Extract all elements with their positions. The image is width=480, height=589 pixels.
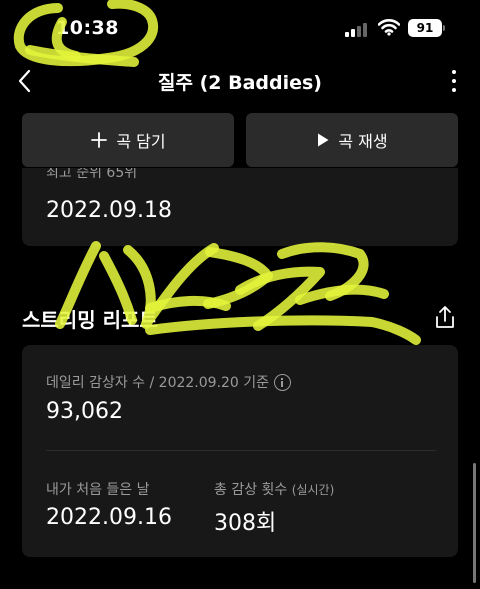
- page-title: 질주 (2 Baddies): [158, 72, 322, 94]
- play-song-label: 곡 재생: [338, 132, 388, 151]
- info-icon[interactable]: [274, 373, 292, 391]
- total-plays-sub: (실시간): [291, 483, 335, 497]
- info-card: 최고 순위 65위 2022.09.18: [22, 168, 458, 246]
- add-song-label: 곡 담기: [116, 132, 166, 151]
- plus-icon: [91, 132, 108, 148]
- streaming-report-card: 데일리 감상자 수 / 2022.09.20 기준 93,062 내가 처음 들…: [22, 345, 458, 557]
- divider: [46, 450, 436, 451]
- add-song-button[interactable]: 곡 담기: [22, 113, 234, 167]
- peak-rank-date: 2022.09.18: [46, 198, 172, 223]
- wifi-icon: [378, 19, 400, 36]
- scrollbar[interactable]: [473, 463, 476, 583]
- status-time: 10:38: [56, 17, 119, 39]
- cellular-signal-icon: [345, 21, 371, 37]
- battery-indicator: 91: [408, 19, 442, 37]
- daily-listeners-label: 데일리 감상자 수 / 2022.09.20 기준: [46, 372, 292, 392]
- peak-rank-label: 최고 순위 65위: [46, 168, 138, 181]
- battery-tip: [443, 25, 445, 31]
- section-title: 스트리밍 리포트: [22, 308, 158, 332]
- total-plays-label-text: 총 감상 횟수: [214, 482, 288, 498]
- more-vertical-icon[interactable]: [446, 67, 462, 95]
- first-listen-label: 내가 처음 들은 날: [46, 482, 150, 498]
- total-plays-value: 308회: [214, 511, 277, 536]
- share-icon[interactable]: [433, 304, 457, 330]
- play-song-button[interactable]: 곡 재생: [246, 113, 458, 167]
- total-plays-label: 총 감상 횟수 (실시간): [214, 479, 334, 499]
- first-listen-value: 2022.09.16: [46, 505, 172, 530]
- daily-listeners-label-text: 데일리 감상자 수 / 2022.09.20 기준: [46, 375, 270, 391]
- play-icon: [318, 133, 329, 147]
- daily-listeners-value: 93,062: [46, 399, 123, 424]
